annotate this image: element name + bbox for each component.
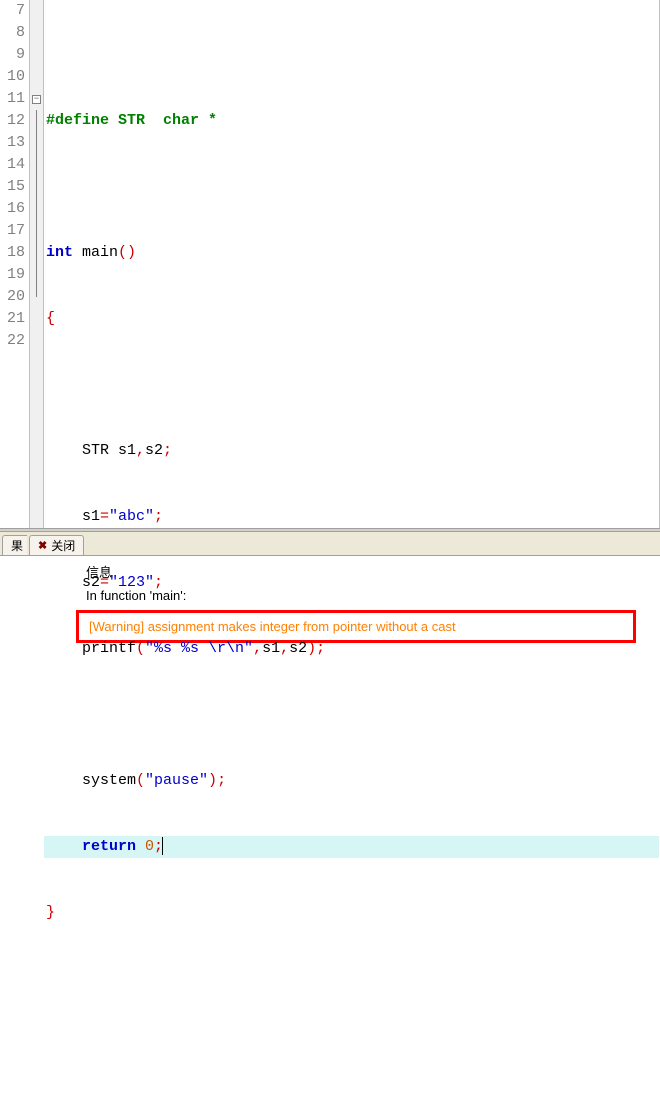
line-number-gutter: 7 8 9 10 11 12 13 14 15 16 17 18 19 20 2… [0, 0, 30, 528]
code-line[interactable]: } [44, 902, 659, 924]
code-line[interactable] [44, 44, 659, 66]
code-line[interactable]: system("pause"); [44, 770, 659, 792]
code-line[interactable]: s2="123"; [44, 572, 659, 594]
fold-gutter: − [30, 0, 44, 528]
code-editor[interactable]: 7 8 9 10 11 12 13 14 15 16 17 18 19 20 2… [0, 0, 660, 528]
line-number: 21 [0, 308, 25, 330]
code-line[interactable]: printf("%s %s \r\n",s1,s2); [44, 638, 659, 660]
line-number: 14 [0, 154, 25, 176]
line-number: 13 [0, 132, 25, 154]
code-line[interactable] [44, 704, 659, 726]
code-line[interactable]: #define STR char * [44, 110, 659, 132]
tab-label: 果 [11, 537, 23, 554]
code-line[interactable] [44, 176, 659, 198]
code-line[interactable]: int main() [44, 242, 659, 264]
line-number: 8 [0, 22, 25, 44]
tab-results[interactable]: 果 [2, 535, 27, 555]
line-number: 20 [0, 286, 25, 308]
code-line[interactable]: s1="abc"; [44, 506, 659, 528]
line-number: 17 [0, 220, 25, 242]
line-number: 22 [0, 330, 25, 352]
line-number: 18 [0, 242, 25, 264]
text-cursor [162, 837, 163, 855]
fold-toggle[interactable]: − [30, 88, 43, 110]
line-number: 9 [0, 44, 25, 66]
line-number: 12 [0, 110, 25, 132]
code-line[interactable] [44, 968, 659, 990]
line-number: 7 [0, 0, 25, 22]
code-content[interactable]: #define STR char * int main() { STR s1,s… [44, 0, 659, 528]
code-line[interactable]: STR s1,s2; [44, 440, 659, 462]
line-number: 15 [0, 176, 25, 198]
line-number: 11 [0, 88, 25, 110]
line-number: 10 [0, 66, 25, 88]
code-line-active[interactable]: return 0; [44, 836, 659, 858]
line-number: 19 [0, 264, 25, 286]
line-number: 16 [0, 198, 25, 220]
code-line[interactable] [44, 374, 659, 396]
code-line[interactable]: { [44, 308, 659, 330]
code-line[interactable] [44, 1034, 659, 1056]
